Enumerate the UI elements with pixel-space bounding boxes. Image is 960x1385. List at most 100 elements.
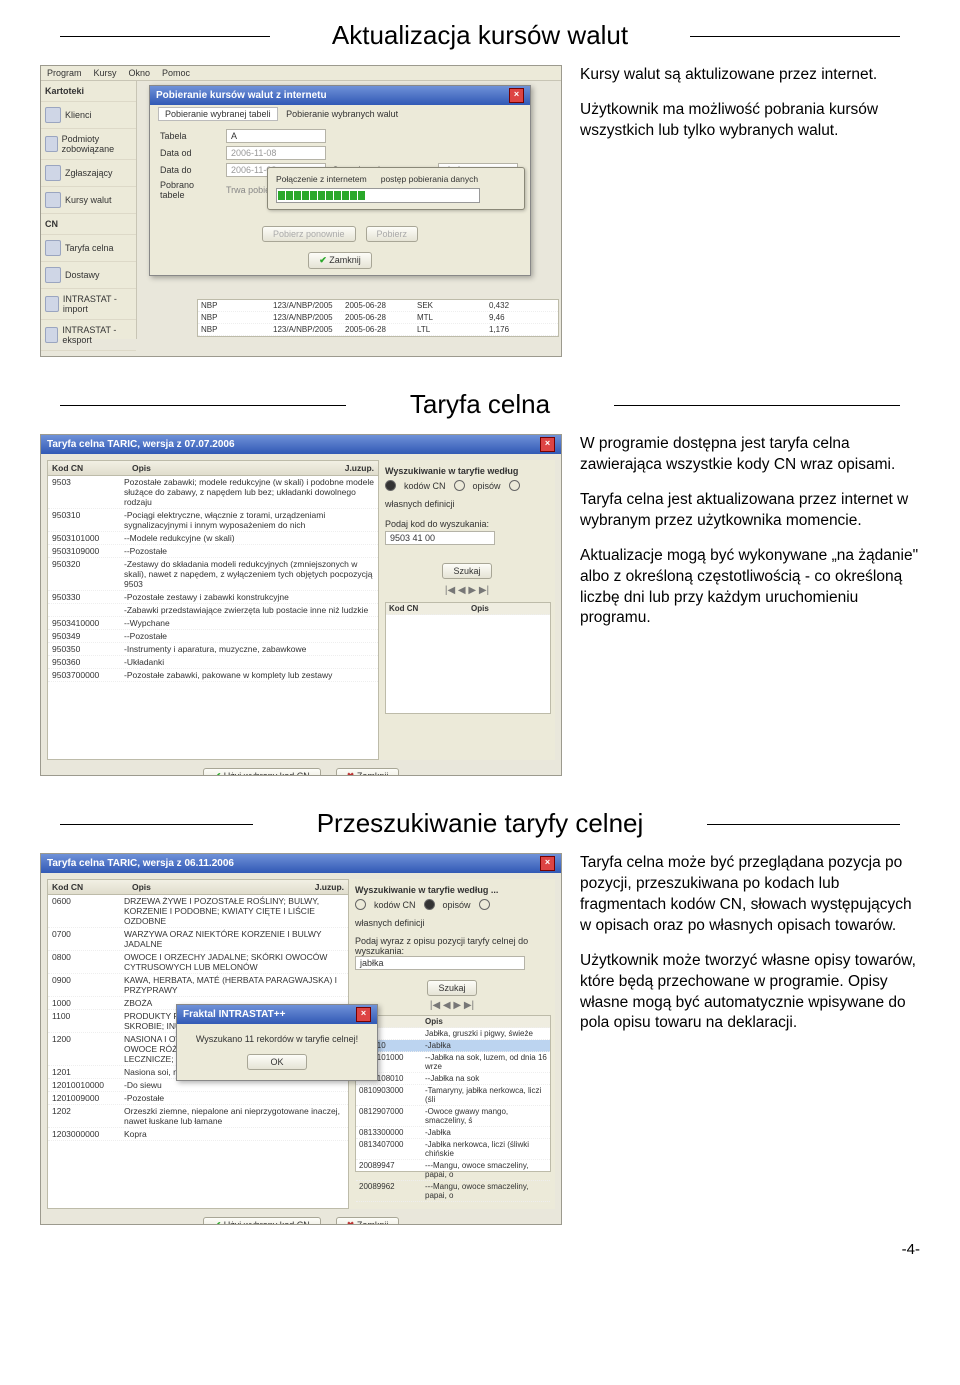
field-tabela[interactable]: A [226,129,326,143]
book-icon [45,240,61,256]
radio-kodow[interactable] [355,899,366,910]
dialog-text: Wyszukano 11 rekordów w taryfie celnej! [187,1034,367,1044]
section3-title: Przeszukiwanie taryfy celnej [303,808,658,839]
results-empty: Kod CNOpis [385,602,551,714]
section1-body: Program Kursy Okno Pomoc Kartoteki Klien… [0,65,960,369]
btn-pobierz-ponownie[interactable]: Pobierz ponownie [262,226,356,242]
menu-okno[interactable]: Okno [129,68,151,78]
section3-text: Taryfa celna może być przeglądana pozycj… [580,853,920,1048]
lbl-pobrano: Pobrano tabele [160,180,220,200]
radio-wlasnych[interactable] [479,899,490,910]
search-title: Wyszukiwanie w taryfie według [385,466,549,476]
close-icon: ✖ [347,771,355,776]
field-dataod[interactable]: 2006-11-08 [226,146,326,160]
currency-icon [45,192,61,208]
search-panel: Wyszukiwanie w taryfie według kodów CN o… [379,460,555,760]
folder-icon [45,107,61,123]
folder-icon [45,136,58,152]
progress-bar [276,188,480,203]
sidebar-klienci[interactable]: Klienci [41,102,136,129]
btn-uzyj[interactable]: ✔ Użyj wybrany kod CN [203,1217,321,1225]
section3-body: Taryfa celna TARIC, wersja z 06.11.2006 … [0,853,960,1237]
lbl-tabela: Tabela [160,131,220,141]
section3-header: Przeszukiwanie taryfy celnej [60,808,900,839]
section1-title: Aktualizacja kursów walut [318,20,642,51]
col-opis: Opis [128,880,311,894]
btn-ok[interactable]: OK [247,1054,306,1070]
sidebar-vatue[interactable]: VAT-UE [41,351,136,357]
btn-szukaj[interactable]: Szukaj [442,563,491,579]
sidebar-group: Kartoteki [41,81,136,102]
dialog-titlebar: Pobieranie kursów walut z internetu × [150,86,530,105]
menu-kursy[interactable]: Kursy [94,68,117,78]
pill-label1: Połączenie z internetem [276,174,367,184]
arrow-down-icon [45,296,59,312]
page-number: -4- [0,1237,960,1270]
btn-zamknij[interactable]: ✖ Zamknij [336,1217,400,1225]
check-icon: ✔ [214,771,222,776]
sidebar-taryfa[interactable]: Taryfa celna [41,235,136,262]
btn-szukaj[interactable]: Szukaj [427,980,476,996]
sidebar-intrastat-import[interactable]: INTRASTAT - import [41,289,136,320]
close-icon[interactable]: × [540,856,555,871]
menu-bar: Program Kursy Okno Pomoc [41,66,561,81]
btn-pobierz[interactable]: Pobierz [366,226,419,242]
doc-icon [45,356,61,357]
radio-opisow[interactable] [454,480,465,491]
screenshot-kursy: Program Kursy Okno Pomoc Kartoteki Klien… [40,65,562,357]
radio-kodow[interactable] [385,480,396,491]
lbl-datado: Data do [160,165,220,175]
cn-tree[interactable]: Kod CN Opis J.uzup. 9503Pozostałe zabawk… [47,460,379,760]
screenshot-przeszukiwanie: Taryfa celna TARIC, wersja z 06.11.2006 … [40,853,562,1225]
search-input[interactable]: jabłka [355,956,525,970]
rates-grid: NBP123/A/NBP/20052005-06-28SEK0,432 NBP1… [197,299,559,337]
taric2-titlebar: Taryfa celna TARIC, wersja z 06.11.2006 … [41,854,561,873]
col-juzup: J.uzup. [341,461,378,475]
msg-dialog: Fraktal INTRASTAT++ × Wyszukano 11 rekor… [176,1004,378,1081]
search-input[interactable]: 9503 41 00 [385,531,495,545]
folder-icon [45,165,61,181]
search-panel-2: Wyszukiwanie w taryfie według ... kodów … [349,879,555,1209]
col-kod: Kod CN [48,461,128,475]
lbl-podaj: Podaj kod do wyszukania: [385,519,549,529]
radio-wlasnych[interactable] [509,480,520,491]
col-kod: Kod CN [48,880,128,894]
section2-text: W programie dostępna jest taryfa celna z… [580,434,920,643]
truck-icon [45,267,61,283]
pill-label2: postęp pobierania danych [381,174,478,184]
lbl-podaj: Podaj wyraz z opisu pozycji taryfy celne… [355,936,549,956]
sidebar-dostawy[interactable]: Dostawy [41,262,136,289]
close-icon[interactable]: × [509,88,524,103]
sidebar-cn[interactable]: CN [41,214,136,235]
section1-header: Aktualizacja kursów walut [60,20,900,51]
btn-uzyj[interactable]: ✔ Użyj wybrany kod CN [203,768,321,776]
sidebar-intrastat-eksport[interactable]: INTRASTAT - eksport [41,320,136,351]
col-opis: Opis [128,461,341,475]
results-table[interactable]: CNOpis Jabłka, gruszki i pigwy, świeże 0… [355,1015,551,1172]
close-icon: ✖ [347,1220,355,1225]
close-icon[interactable]: × [356,1007,371,1022]
tab-wybranej[interactable]: Pobieranie wybranej tabeli [158,107,278,121]
lbl-dataod: Data od [160,148,220,158]
search-title: Wyszukiwanie w taryfie według ... [355,885,549,895]
section1-text: Kursy walut są aktulizowane przez intern… [580,65,920,156]
menu-program[interactable]: Program [47,68,82,78]
section2-title: Taryfa celna [396,389,564,420]
arrow-up-icon [45,327,58,343]
tab-wybranych[interactable]: Pobieranie wybranych walut [280,108,404,120]
screenshot-taryfa: Taryfa celna TARIC, wersja z 07.07.2006 … [40,434,562,776]
sidebar-kursy[interactable]: Kursy walut [41,187,136,214]
sidebar-podmioty[interactable]: Podmioty zobowiązane [41,129,136,160]
app-sidebar: Kartoteki Klienci Podmioty zobowiązane Z… [41,81,137,339]
btn-zamknij[interactable]: ✔ Zamknij [308,252,372,269]
section2-header: Taryfa celna [60,389,900,420]
section2-body: Taryfa celna TARIC, wersja z 07.07.2006 … [0,434,960,788]
check-icon: ✔ [319,255,327,265]
sidebar-zglaszajacy[interactable]: Zgłaszający [41,160,136,187]
taric-titlebar: Taryfa celna TARIC, wersja z 07.07.2006 … [41,435,561,454]
btn-zamknij[interactable]: ✖ Zamknij [336,768,400,776]
menu-pomoc[interactable]: Pomoc [162,68,190,78]
close-icon[interactable]: × [540,437,555,452]
radio-opisow[interactable] [424,899,435,910]
check-icon: ✔ [214,1220,222,1225]
